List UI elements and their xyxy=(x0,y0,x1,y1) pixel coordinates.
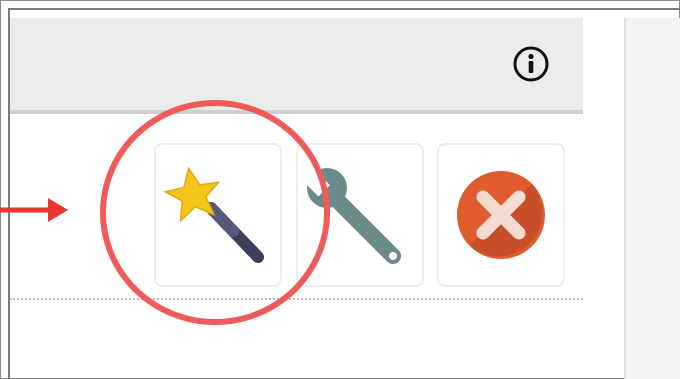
info-button[interactable] xyxy=(503,42,559,86)
wrench-button[interactable] xyxy=(296,143,424,287)
delete-button[interactable] xyxy=(437,143,565,287)
magic-wand-button[interactable] xyxy=(154,143,282,287)
magic-wand-icon xyxy=(163,166,264,263)
wrench-icon xyxy=(305,166,401,264)
toolbar-header xyxy=(10,18,583,114)
info-icon xyxy=(513,46,549,82)
top-border xyxy=(8,8,680,10)
side-panel xyxy=(624,18,680,379)
delete-icon xyxy=(457,171,545,259)
divider xyxy=(10,298,583,300)
